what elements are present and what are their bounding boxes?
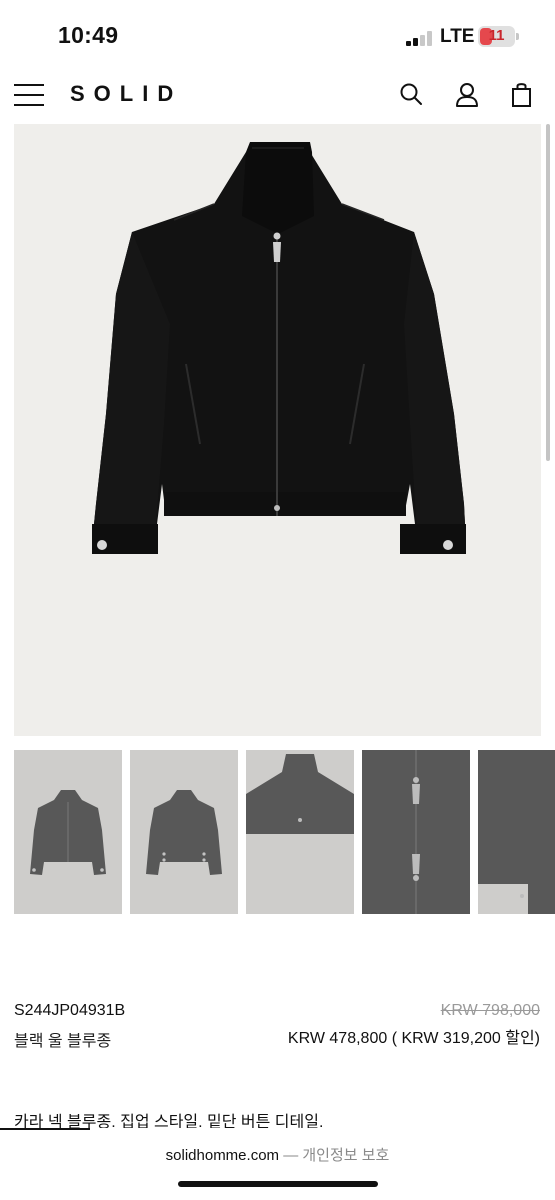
search-icon[interactable] (397, 80, 427, 110)
product-name: 블랙 울 블루종 (14, 1033, 112, 1050)
thumbnail-overlay (246, 750, 354, 914)
thumbnail-cuff-detail[interactable] (478, 750, 555, 914)
thumbnail-back-view[interactable] (130, 750, 238, 914)
shopping-bag-icon[interactable] (507, 80, 537, 110)
url-separator: — (279, 1147, 303, 1164)
privacy-label: 개인정보 보호 (302, 1147, 390, 1164)
menu-icon[interactable] (14, 84, 44, 106)
page-load-indicator (0, 1128, 90, 1130)
thumbnail-collar-detail[interactable] (246, 750, 354, 914)
signal-icon (406, 30, 436, 46)
jacket-front-illustration (92, 142, 466, 554)
thumbnail-overlay (362, 750, 470, 914)
main-product-image[interactable] (14, 124, 541, 736)
browser-address-bar[interactable]: solidhomme.com — 개인정보 보호 (0, 1128, 555, 1200)
product-sku: S244JP04931B (14, 1002, 126, 1019)
url-display[interactable]: solidhomme.com — 개인정보 보호 (0, 1144, 555, 1165)
network-label: LTE (440, 26, 475, 47)
url-domain: solidhomme.com (165, 1147, 280, 1164)
account-icon[interactable] (452, 80, 482, 110)
site-header: SOLID (0, 68, 555, 120)
original-price: KRW 798,000 (440, 1002, 540, 1019)
sale-price: KRW 478,800 ( KRW 319,200 할인) (287, 1030, 540, 1047)
thumbnail-strip (14, 750, 555, 914)
home-indicator[interactable] (178, 1181, 378, 1187)
brand-logo[interactable]: SOLID (70, 81, 182, 107)
thumbnail-front-view[interactable] (14, 750, 122, 914)
status-bar: 10:49 LTE 11 (0, 0, 555, 68)
thumbnail-overlay (14, 750, 122, 914)
thumbnail-overlay (130, 750, 238, 914)
page-scrollbar[interactable] (546, 124, 550, 461)
status-time: 10:49 (58, 22, 119, 48)
thumbnail-zipper-detail[interactable] (362, 750, 470, 914)
battery-icon: 11 (478, 26, 515, 47)
battery-cap (516, 33, 519, 40)
battery-level: 11 (488, 27, 505, 44)
thumbnail-overlay (478, 750, 555, 914)
